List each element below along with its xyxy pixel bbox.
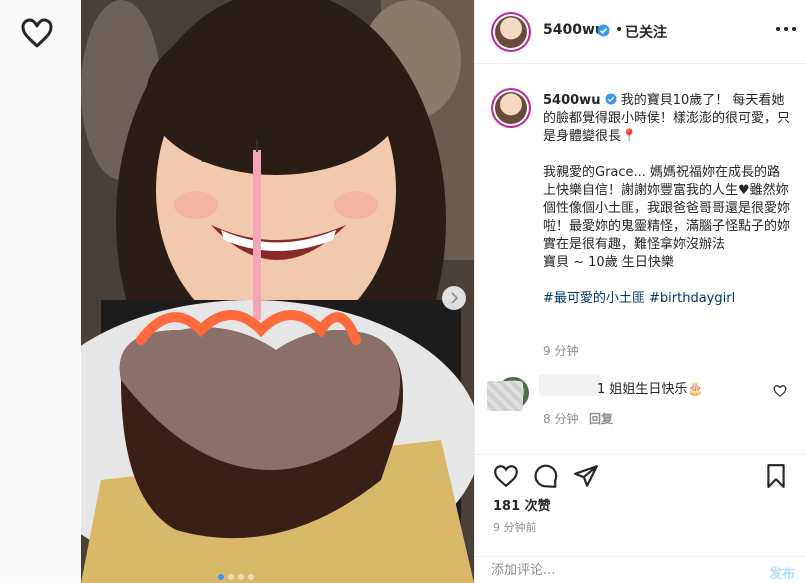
- post-details-panel: 5400wu • 已关注 5400wu 我的寶貝10歲了！ 每天看她的臉都覺得跟…: [474, 0, 806, 583]
- chevron-right-icon: [451, 292, 459, 304]
- caption-section: 5400wu 我的寶貝10歲了！ 每天看她的臉都覺得跟小時侯！樣澎澎的很可愛，只…: [475, 64, 806, 454]
- post-photo[interactable]: [81, 0, 474, 583]
- post-timestamp: 9 分钟前: [493, 521, 537, 534]
- comment-bubble-icon[interactable]: [533, 463, 559, 489]
- carousel-dot: [248, 574, 254, 580]
- carousel-dot: [228, 574, 234, 580]
- post-header: 5400wu • 已关注: [475, 0, 806, 64]
- caption-avatar[interactable]: [491, 88, 531, 128]
- post-comment-button[interactable]: 发布: [769, 563, 795, 582]
- following-button[interactable]: 已关注: [625, 22, 667, 42]
- redacted-box: [487, 381, 523, 411]
- carousel-indicator: [218, 574, 254, 580]
- verified-badge-icon: [597, 24, 610, 37]
- verified-badge-icon: [605, 93, 617, 105]
- comment-time: 8 分钟: [543, 412, 579, 426]
- like-heart-icon[interactable]: [493, 463, 519, 489]
- post-actions: 181 次赞 9 分钟前: [475, 454, 806, 556]
- caption-hashtags[interactable]: #最可愛的小土匪 #birthdaygirl: [543, 290, 793, 308]
- header-separator: •: [615, 22, 624, 38]
- caption-line2: 我親愛的Grace... 媽媽祝福妳在成長的路上快樂自信！謝謝妳豐富我的人生♥雖…: [543, 165, 791, 252]
- photo-illustration: [81, 0, 474, 583]
- left-sidebar: [0, 0, 81, 583]
- comment-input[interactable]: [491, 563, 741, 578]
- redacted-username: [539, 374, 601, 396]
- add-comment-bar: 发布: [475, 556, 806, 583]
- likes-count[interactable]: 181 次赞: [493, 495, 551, 514]
- caption-line3: 寶貝 ~ 10歲 生日快樂: [543, 255, 674, 270]
- author-username[interactable]: 5400wu: [543, 22, 605, 38]
- like-comment-heart-icon[interactable]: [773, 384, 787, 398]
- share-paper-plane-icon[interactable]: [573, 463, 599, 489]
- caption-username[interactable]: 5400wu: [543, 93, 600, 108]
- save-bookmark-icon[interactable]: [763, 463, 789, 489]
- reply-button[interactable]: 回复: [589, 410, 613, 427]
- more-dots-icon[interactable]: [775, 26, 797, 32]
- carousel-dot: [238, 574, 244, 580]
- caption-text: 5400wu 我的寶貝10歲了！ 每天看她的臉都覺得跟小時侯！樣澎澎的很可愛，只…: [543, 92, 793, 308]
- author-avatar[interactable]: [491, 12, 531, 52]
- heart-logo-icon[interactable]: [19, 16, 55, 52]
- carousel-dot: [218, 574, 224, 580]
- comment-text: 1 姐姐生日快乐🎂: [597, 382, 704, 397]
- caption-time: 9 分钟: [543, 344, 579, 358]
- next-slide-button[interactable]: [442, 286, 466, 310]
